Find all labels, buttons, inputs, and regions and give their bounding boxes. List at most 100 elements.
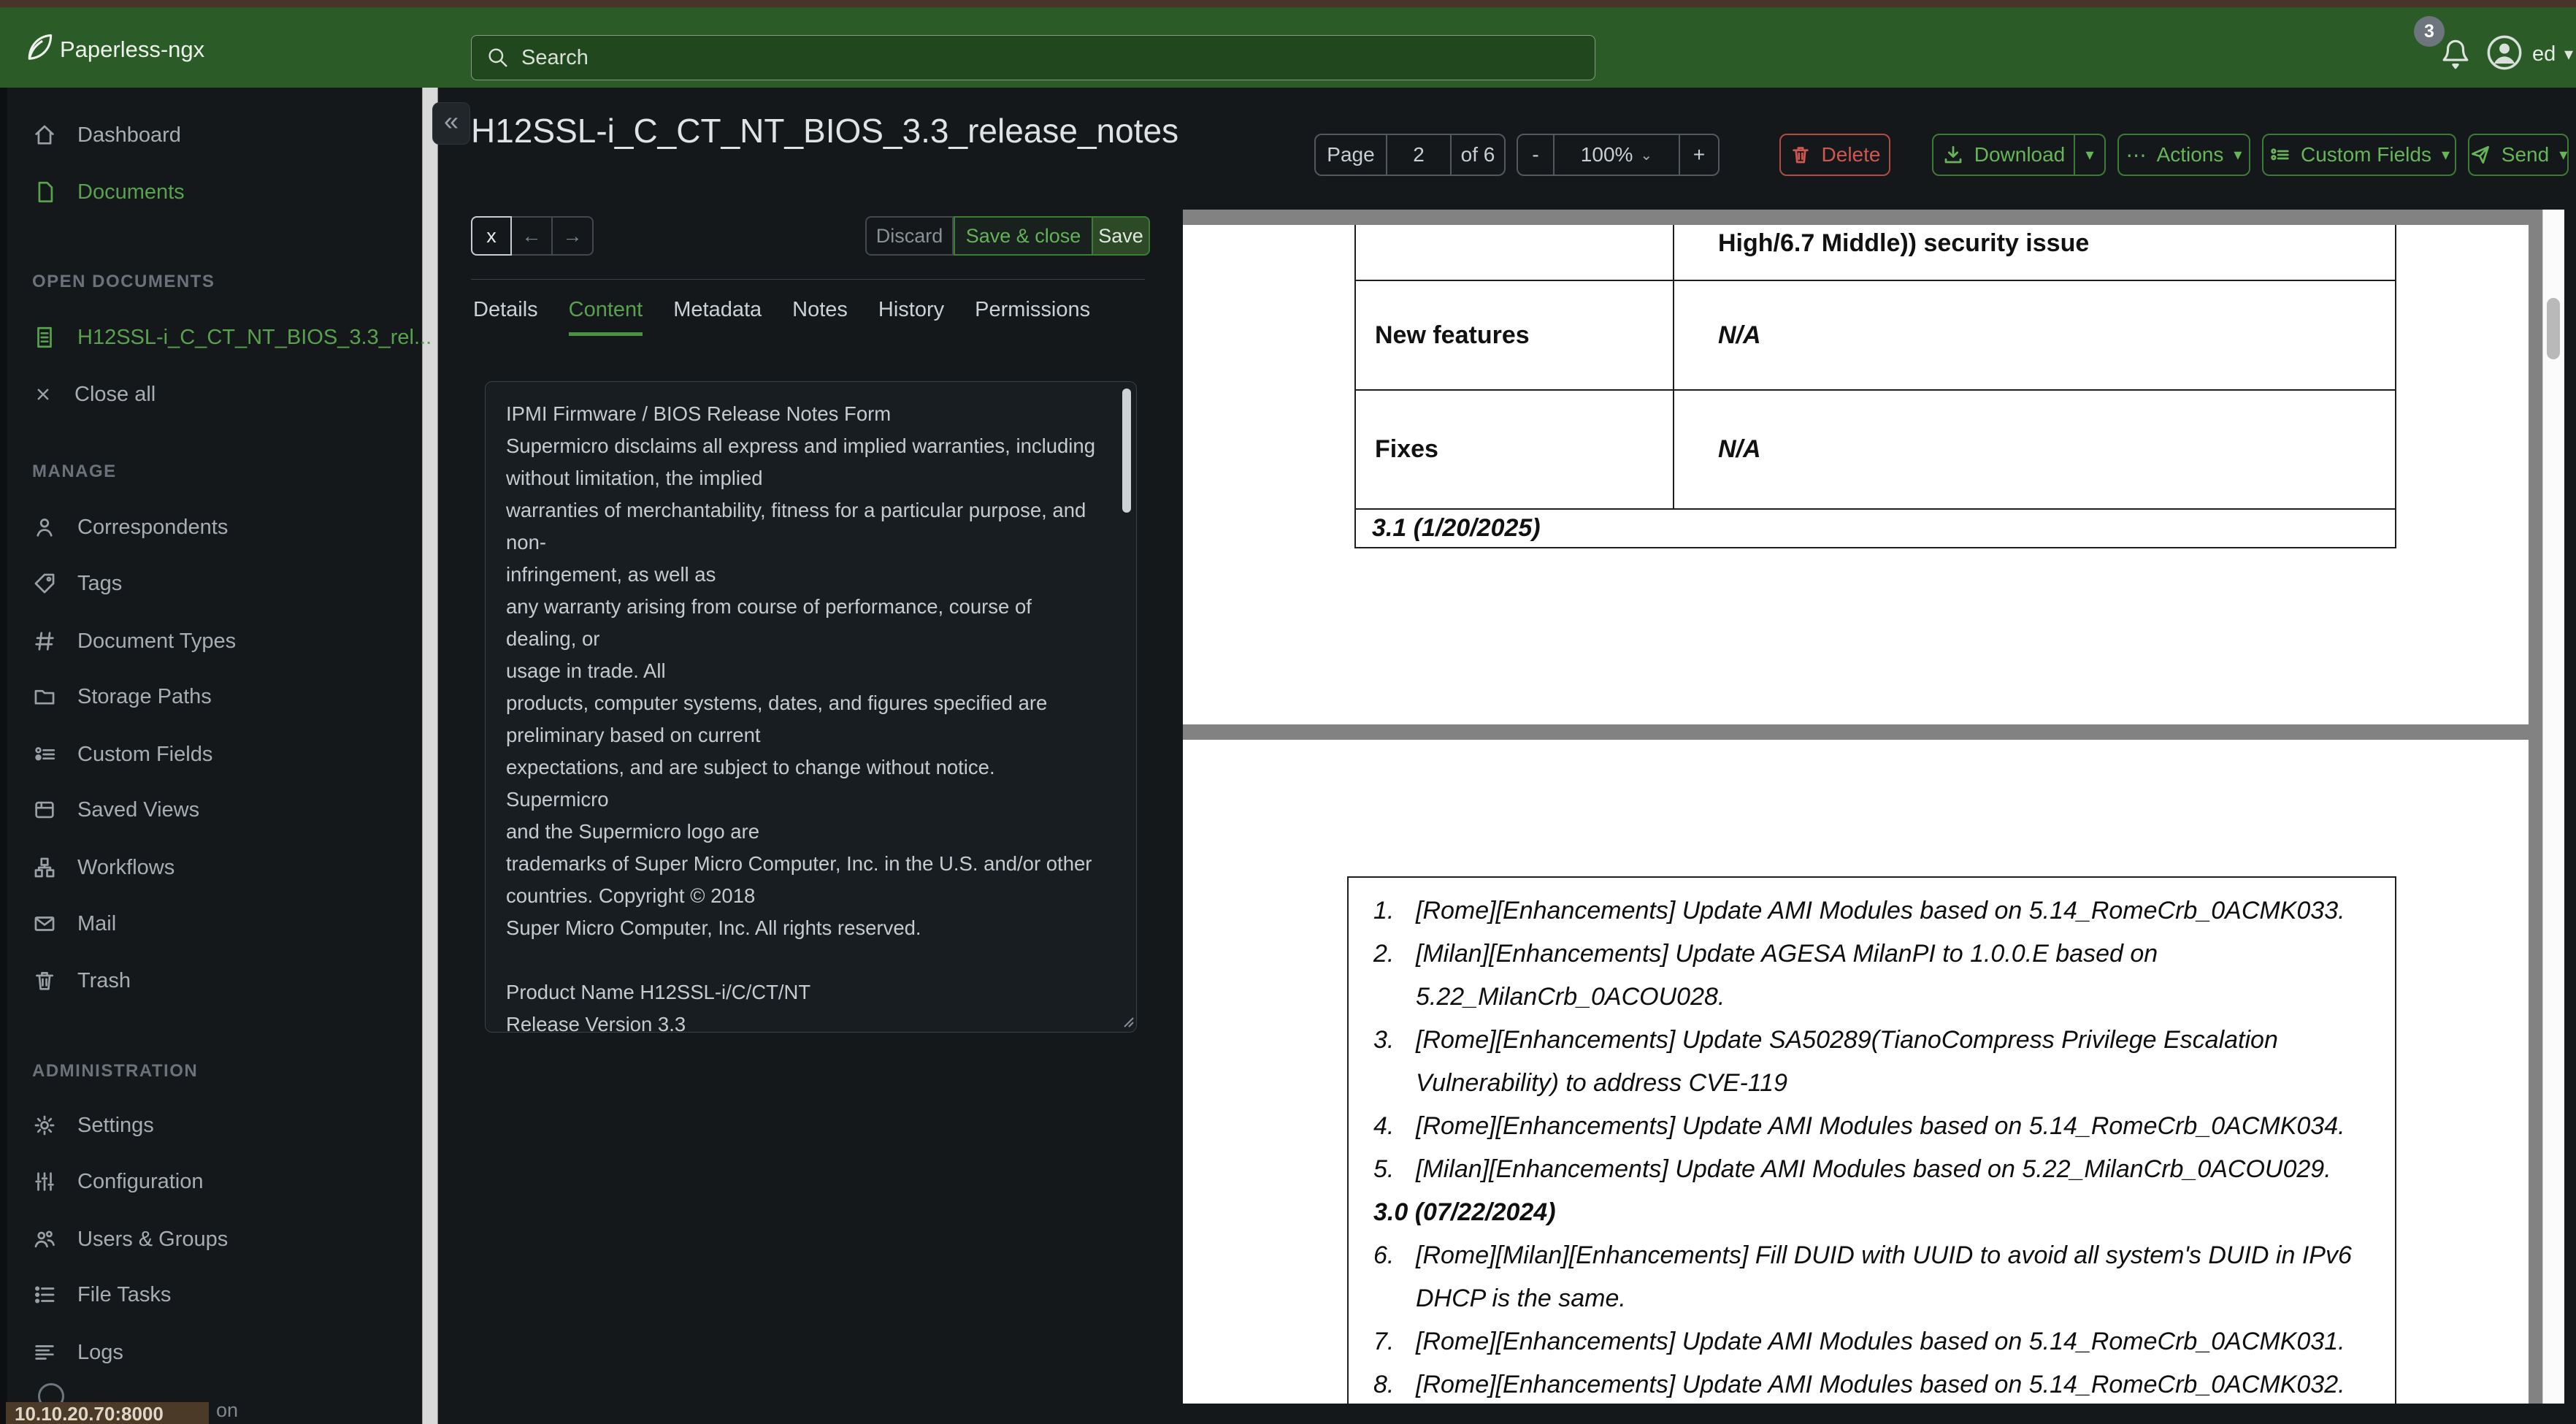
- document-icon: [32, 180, 57, 204]
- viewer-right-margin: [2529, 210, 2542, 1404]
- sidebar-item-users-groups[interactable]: Users & Groups: [32, 1217, 228, 1261]
- sidebar-item-settings[interactable]: Settings: [32, 1103, 154, 1147]
- sidebar-item-configuration[interactable]: Configuration: [32, 1160, 204, 1203]
- sidebar-item-logs[interactable]: Logs: [32, 1331, 123, 1374]
- document-title: H12SSL-i_C_CT_NT_BIOS_3.3_release_notes: [471, 112, 1179, 150]
- viewer-scrollbar-thumb[interactable]: [2547, 298, 2560, 359]
- sidebar-collapse-button[interactable]: «: [432, 102, 470, 145]
- sidebar-item-documents[interactable]: Documents: [32, 170, 185, 214]
- home-icon: [32, 123, 57, 148]
- textarea-resize-handle[interactable]: [1119, 1012, 1135, 1028]
- document-content-textarea[interactable]: IPMI Firmware / BIOS Release Notes Form …: [485, 381, 1137, 1033]
- sidebar-item-document-types[interactable]: Document Types: [32, 619, 236, 663]
- tab-history[interactable]: History: [878, 298, 944, 336]
- user-avatar-icon[interactable]: [2485, 34, 2523, 72]
- sidebar-item-saved-views[interactable]: Saved Views: [32, 788, 199, 832]
- folder-icon: [32, 684, 57, 709]
- sidebar-item-open-document[interactable]: H12SSL-i_C_CT_NT_BIOS_3.3_rel...: [32, 315, 432, 359]
- tab-metadata[interactable]: Metadata: [673, 298, 762, 336]
- custom-fields-icon: [2269, 144, 2291, 166]
- list-item: 4. [Rome][Enhancements] Update AMI Modul…: [1373, 1112, 2345, 1140]
- caret-down-icon: ▾: [2085, 145, 2094, 164]
- list-item: 8. [Rome][Enhancements] Update AMI Modul…: [1373, 1371, 2345, 1398]
- download-button[interactable]: Download: [1932, 134, 2075, 176]
- tabs-divider: [471, 279, 1145, 280]
- page-label: Page: [1327, 143, 1375, 166]
- previous-document-button[interactable]: ←: [512, 216, 553, 256]
- page-gap: [1183, 724, 2529, 740]
- textarea-scrollbar[interactable]: [1122, 388, 1131, 513]
- sidebar-item-dashboard[interactable]: Dashboard: [32, 113, 181, 157]
- discard-button[interactable]: Discard: [865, 216, 954, 256]
- page-number-input[interactable]: 2: [1386, 135, 1450, 175]
- sidebar-item-trash[interactable]: Trash: [32, 959, 131, 1003]
- tab-details[interactable]: Details: [473, 298, 538, 336]
- sidebar-item-file-tasks[interactable]: File Tasks: [32, 1273, 171, 1317]
- browser-status-url: 10.10.20.70:8000: [6, 1402, 209, 1424]
- actions-button[interactable]: ⋯ Actions ▾: [2117, 134, 2250, 176]
- sidebar-scrollbar[interactable]: [422, 88, 438, 1424]
- send-button[interactable]: Send ▾: [2468, 134, 2569, 176]
- tag-icon: [32, 571, 57, 596]
- sidebar-header-administration: ADMINISTRATION: [32, 1061, 199, 1081]
- trash-icon: [32, 968, 57, 993]
- global-search-input[interactable]: Search: [471, 35, 1595, 80]
- sidebar-header-manage: MANAGE: [32, 462, 117, 481]
- save-and-close-button[interactable]: Save & close: [954, 216, 1093, 256]
- table-cell-security-issue: High/6.7 Middle)) security issue: [1718, 229, 2090, 257]
- list-item: 2. [Milan][Enhancements] Update AGESA Mi…: [1373, 940, 2158, 1011]
- zoom-level-select[interactable]: 100% ⌄: [1553, 135, 1679, 175]
- sidebar-item-storage-paths[interactable]: Storage Paths: [32, 675, 212, 719]
- user-menu[interactable]: ed: [2532, 42, 2556, 66]
- tab-notes[interactable]: Notes: [792, 298, 848, 336]
- close-editor-button[interactable]: x: [471, 216, 512, 256]
- notification-count-badge: 3: [2414, 16, 2445, 47]
- sliders-icon: [32, 1169, 57, 1194]
- sidebar-item-tags[interactable]: Tags: [32, 562, 122, 605]
- download-options-button[interactable]: ▾: [2075, 134, 2106, 176]
- tab-permissions[interactable]: Permissions: [975, 298, 1090, 336]
- sidebar-item-custom-fields[interactable]: Custom Fields: [32, 732, 212, 776]
- workflows-icon: [32, 855, 57, 880]
- release-notes-list: 1. [Rome][Enhancements] Update AMI Modul…: [1347, 876, 2396, 1404]
- table-row: New features N/A: [1356, 281, 2395, 391]
- table-row: Fixes N/A: [1356, 391, 2395, 510]
- sidebar-item-correspondents[interactable]: Correspondents: [32, 505, 228, 549]
- sidebar-partial-label: on: [216, 1399, 239, 1421]
- list-item: 7. [Rome][Enhancements] Update AMI Modul…: [1373, 1328, 2345, 1355]
- sidebar-item-mail[interactable]: Mail: [32, 902, 116, 946]
- zoom-out-button[interactable]: -: [1518, 135, 1553, 175]
- save-group: Discard Save & close Save: [865, 216, 1150, 256]
- page-count-label: of 6: [1450, 135, 1504, 175]
- table-cell-value: N/A: [1718, 321, 1761, 349]
- app-brand[interactable]: Paperless-ngx: [60, 37, 204, 63]
- caret-down-icon: ▾: [2234, 145, 2242, 164]
- custom-fields-button[interactable]: Custom Fields ▾: [2262, 134, 2456, 176]
- page-navigation: Page 2 of 6: [1314, 134, 1506, 176]
- version-heading: 3.0 (07/22/2024): [1373, 1198, 1556, 1226]
- close-icon: [32, 383, 54, 405]
- notifications-bell-icon[interactable]: [2437, 37, 2474, 73]
- list-item: 5. [Milan][Enhancements] Update AMI Modu…: [1373, 1155, 2331, 1183]
- zoom-in-button[interactable]: +: [1679, 135, 1718, 175]
- window-top-strip: [0, 0, 2576, 7]
- custom-fields-icon: [32, 742, 57, 767]
- sidebar-item-workflows[interactable]: Workflows: [32, 846, 175, 889]
- hash-icon: [32, 629, 57, 654]
- logs-icon: [32, 1340, 57, 1365]
- delete-button[interactable]: Delete: [1779, 134, 1890, 176]
- download-icon: [1942, 144, 1964, 166]
- viewer-scrollbar-track[interactable]: [2542, 210, 2564, 1404]
- pdf-preview-pane[interactable]: High/6.7 Middle)) security issue New fea…: [1183, 210, 2564, 1404]
- list-item: 3. [Rome][Enhancements] Update SA50289(T…: [1373, 1026, 2278, 1097]
- save-button[interactable]: Save: [1093, 216, 1150, 256]
- caret-down-icon: ▾: [2559, 145, 2568, 164]
- search-icon: [486, 46, 510, 69]
- tab-content[interactable]: Content: [568, 298, 643, 336]
- next-document-button[interactable]: →: [553, 216, 594, 256]
- saved-views-icon: [32, 797, 57, 822]
- paperless-logo-icon[interactable]: [22, 31, 55, 64]
- chevrons-left-icon: «: [443, 106, 459, 136]
- sidebar-item-close-all[interactable]: Close all: [32, 372, 156, 416]
- table-cell-label: Fixes: [1356, 391, 1674, 508]
